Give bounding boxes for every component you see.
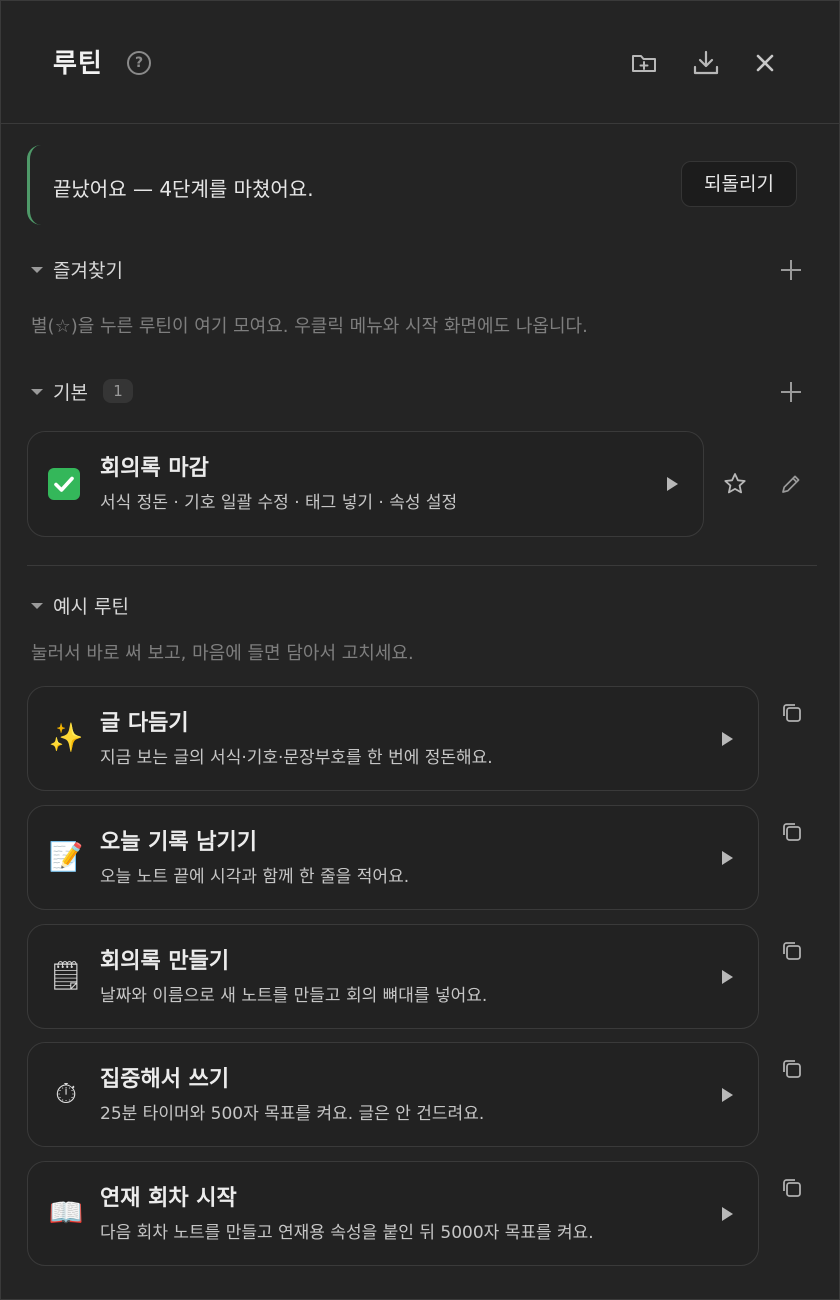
- example-routine-subtitle: 다음 회차 노트를 만들고 연재용 속성을 붙인 뒤 5000자 목표를 켜요.: [100, 1223, 594, 1243]
- panel-header: 루틴 ?: [1, 1, 839, 124]
- sparkles-icon: ✨: [48, 721, 84, 754]
- example-routine-title: 회의록 만들기: [100, 949, 230, 974]
- play-icon[interactable]: [722, 1088, 733, 1102]
- routine-title: 회의록 마감: [100, 456, 209, 481]
- open-book-icon: 📖: [48, 1196, 84, 1229]
- routines-panel: 루틴 ? 끝났어요 — 4단계를 마쳤어요. 되돌리기 즐겨찾기 별(☆)을 누…: [0, 0, 840, 1300]
- example-routine-card[interactable]: 📝 오늘 기록 남기기 오늘 노트 끝에 시각과 함께 한 줄을 적어요.: [27, 805, 759, 910]
- example-routine-subtitle: 오늘 노트 끝에 시각과 함께 한 줄을 적어요.: [100, 867, 410, 887]
- chevron-down-icon: [31, 389, 43, 395]
- examples-label: 예시 루틴: [53, 596, 129, 618]
- download-button[interactable]: [690, 47, 722, 79]
- example-routine-title: 글 다듬기: [100, 711, 189, 736]
- copy-icon[interactable]: [780, 820, 804, 844]
- undo-button[interactable]: 되돌리기: [681, 161, 797, 207]
- copy-icon[interactable]: [780, 701, 804, 725]
- add-routine-button[interactable]: [777, 378, 805, 406]
- copy-icon[interactable]: [780, 1176, 804, 1200]
- play-icon[interactable]: [722, 970, 733, 984]
- basic-section-toggle[interactable]: 기본 1: [31, 378, 231, 406]
- example-routine-title: 오늘 기록 남기기: [100, 830, 257, 855]
- examples-hint: 눌러서 바로 써 보고, 마음에 들면 담아서 고치세요.: [31, 643, 414, 664]
- routine-subtitle: 서식 정돈 · 기호 일괄 수정 · 태그 넣기 · 속성 설정: [100, 493, 458, 513]
- example-routine-title: 집중해서 쓰기: [100, 1067, 230, 1092]
- new-folder-button[interactable]: [628, 47, 660, 79]
- example-routine-title: 연재 회차 시작: [100, 1186, 237, 1211]
- page-title: 루틴: [53, 49, 103, 79]
- example-routine-card[interactable]: ⏱ 집중해서 쓰기 25분 타이머와 500자 목표를 켜요. 글은 안 건드려…: [27, 1042, 759, 1147]
- play-icon[interactable]: [722, 732, 733, 746]
- notepad-icon: 🗒: [48, 959, 84, 992]
- play-icon[interactable]: [722, 851, 733, 865]
- folder-plus-icon: [632, 55, 656, 72]
- chevron-down-icon: [31, 267, 43, 273]
- play-icon[interactable]: [667, 477, 678, 491]
- examples-section-toggle[interactable]: 예시 루틴: [31, 592, 231, 620]
- completion-banner: 끝났어요 — 4단계를 마쳤어요. 되돌리기: [27, 145, 817, 225]
- basic-label: 기본: [53, 382, 88, 404]
- routine-card[interactable]: 회의록 마감 서식 정돈 · 기호 일괄 수정 · 태그 넣기 · 속성 설정: [27, 431, 704, 537]
- close-button[interactable]: [749, 47, 781, 79]
- star-icon[interactable]: [722, 471, 748, 497]
- favorites-label: 즐겨찾기: [53, 260, 123, 282]
- help-icon[interactable]: ?: [127, 51, 151, 75]
- add-favorite-button[interactable]: [777, 256, 805, 284]
- memo-icon: 📝: [48, 840, 84, 873]
- copy-icon[interactable]: [780, 1057, 804, 1081]
- banner-accent-bar: [27, 145, 41, 225]
- chevron-down-icon: [31, 603, 43, 609]
- example-routine-subtitle: 지금 보는 글의 서식·기호·문장부호를 한 번에 정돈해요.: [100, 748, 493, 768]
- stopwatch-icon: ⏱: [55, 1077, 77, 1110]
- section-divider: [27, 565, 817, 566]
- example-routine-subtitle: 25분 타이머와 500자 목표를 켜요. 글은 안 건드려요.: [100, 1104, 485, 1124]
- basic-count-badge: 1: [103, 379, 133, 403]
- favorites-section-toggle[interactable]: 즐겨찾기: [31, 256, 231, 284]
- banner-message: 끝났어요 — 4단계를 마쳤어요.: [53, 177, 314, 201]
- check-mark-icon: [48, 468, 80, 500]
- download-icon: [693, 50, 719, 75]
- example-routine-card[interactable]: 📖 연재 회차 시작 다음 회차 노트를 만들고 연재용 속성을 붙인 뒤 50…: [27, 1161, 759, 1266]
- play-icon[interactable]: [722, 1207, 733, 1221]
- edit-pencil-icon[interactable]: [779, 472, 803, 496]
- favorites-hint: 별(☆)을 누른 루틴이 여기 모여요. 우클릭 메뉴와 시작 화면에도 나옵니…: [31, 316, 588, 337]
- example-routine-card[interactable]: ✨ 글 다듬기 지금 보는 글의 서식·기호·문장부호를 한 번에 정돈해요.: [27, 686, 759, 791]
- example-routine-subtitle: 날짜와 이름으로 새 노트를 만들고 회의 뼈대를 넣어요.: [100, 986, 488, 1006]
- example-routine-card[interactable]: 🗒 회의록 만들기 날짜와 이름으로 새 노트를 만들고 회의 뼈대를 넣어요.: [27, 924, 759, 1029]
- close-icon: [756, 54, 774, 72]
- copy-icon[interactable]: [780, 939, 804, 963]
